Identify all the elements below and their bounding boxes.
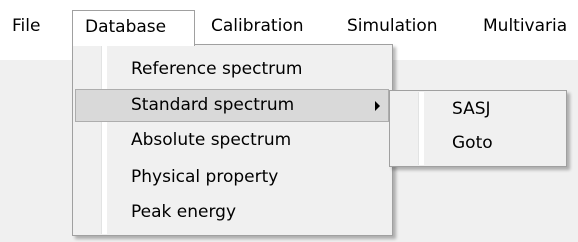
- menu-file[interactable]: File: [6, 10, 40, 43]
- menu-simulation[interactable]: Simulation: [335, 10, 438, 43]
- menu-item-label: Absolute spectrum: [131, 130, 292, 150]
- menu-item-physical-property[interactable]: Physical property: [74, 161, 391, 194]
- menu-item-label: Reference spectrum: [131, 59, 303, 79]
- menu-database-label: Database: [85, 17, 167, 37]
- standard-spectrum-submenu: SASJ Goto: [389, 90, 567, 167]
- menu-calibration-label: Calibration: [211, 16, 304, 36]
- submenu-item-goto[interactable]: Goto: [391, 127, 565, 160]
- menu-item-label: Physical property: [131, 167, 279, 187]
- menu-simulation-label: Simulation: [347, 16, 438, 36]
- menu-item-peak-energy[interactable]: Peak energy: [74, 196, 391, 229]
- menu-item-standard-spectrum[interactable]: Standard spectrum: [75, 89, 389, 122]
- menu-item-reference-spectrum[interactable]: Reference spectrum: [74, 53, 391, 86]
- submenu-item-label: Goto: [452, 133, 493, 153]
- menu-item-absolute-spectrum[interactable]: Absolute spectrum: [74, 124, 391, 157]
- database-dropdown-menu: Reference spectrum Standard spectrum Abs…: [72, 44, 393, 236]
- menu-item-label: Standard spectrum: [131, 95, 295, 115]
- menu-item-label: Peak energy: [131, 202, 237, 222]
- submenu-item-label: SASJ: [452, 99, 491, 119]
- menu-multivariate-label: Multivaria: [483, 16, 568, 36]
- submenu-arrow-icon: [375, 101, 380, 111]
- menu-file-label: File: [12, 16, 41, 36]
- menu-multivariate[interactable]: Multivaria: [471, 10, 567, 43]
- submenu-item-sasj[interactable]: SASJ: [391, 93, 565, 126]
- menu-database[interactable]: Database: [72, 10, 195, 46]
- menu-calibration[interactable]: Calibration: [199, 10, 304, 43]
